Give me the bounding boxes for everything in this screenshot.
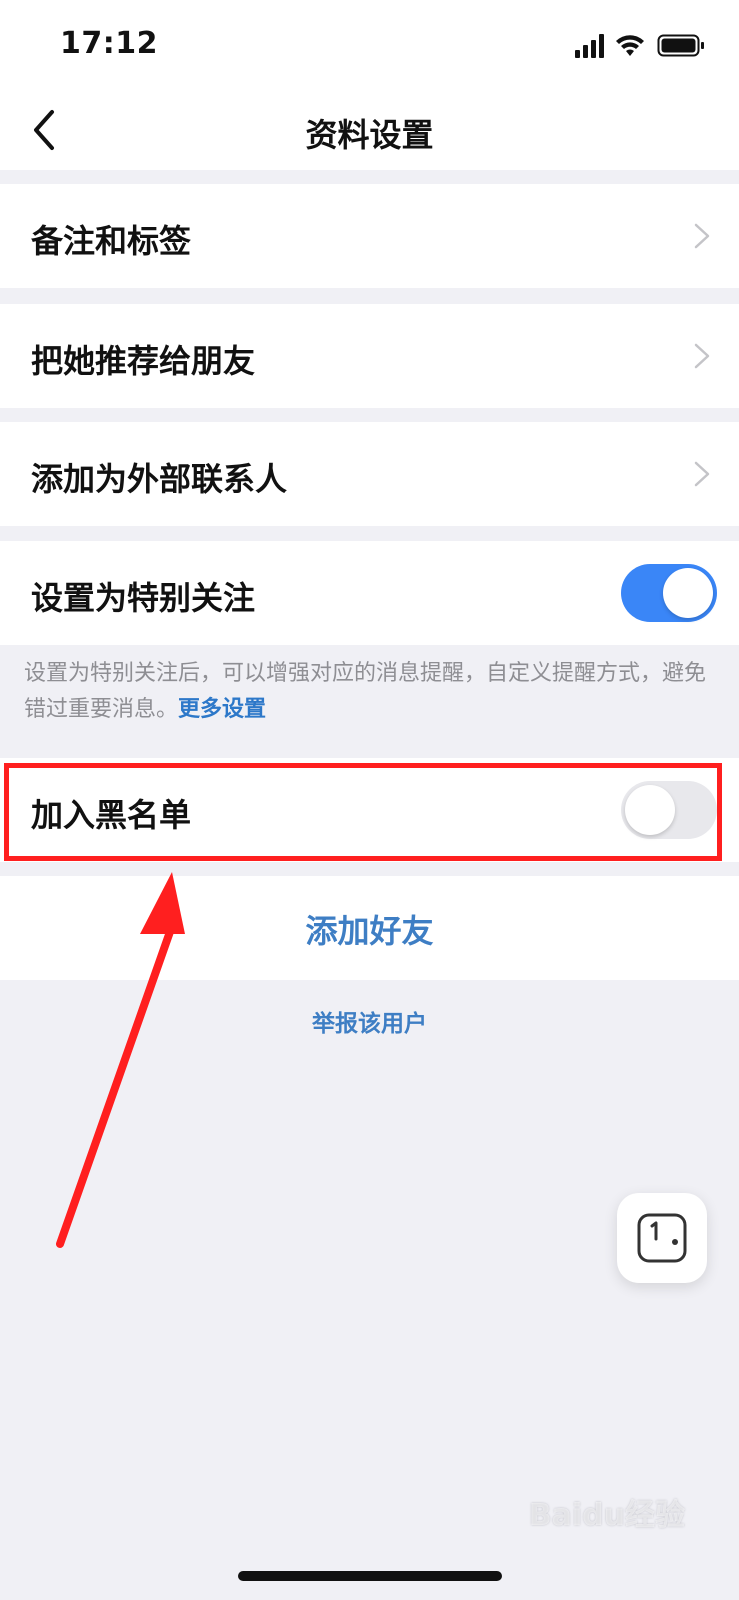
chevron-right-icon — [694, 223, 710, 249]
home-indicator[interactable] — [238, 1571, 502, 1581]
blacklist-row: 加入黑名单 — [0, 758, 739, 862]
special-follow-description: 设置为特别关注后，可以增强对应的消息提醒，自定义提醒方式，避免错过重要消息。更多… — [24, 656, 714, 728]
row-label: 设置为特别关注 — [31, 579, 256, 617]
navigation-bar: 资料设置 — [0, 90, 739, 170]
remark-and-tags-row[interactable]: 备注和标签 — [0, 184, 739, 288]
status-bar: 17:12 — [0, 0, 739, 90]
recommend-to-friend-row[interactable]: 把她推荐给朋友 — [0, 304, 739, 408]
wifi-icon — [616, 35, 644, 56]
status-time: 17:12 — [60, 26, 158, 61]
special-follow-toggle[interactable] — [621, 564, 717, 622]
more-settings-link[interactable]: 更多设置 — [178, 697, 266, 722]
row-label: 备注和标签 — [31, 222, 192, 260]
add-friend-label: 添加好友 — [305, 912, 434, 950]
chevron-right-icon — [694, 343, 710, 369]
floating-window-button[interactable] — [617, 1193, 707, 1283]
toggle-knob — [625, 785, 675, 835]
add-friend-button[interactable]: 添加好友 — [0, 876, 739, 980]
blacklist-toggle[interactable] — [621, 781, 717, 839]
description-text: 设置为特别关注后，可以增强对应的消息提醒，自定义提醒方式，避免错过重要消息。 — [24, 661, 707, 722]
baidu-watermark: Baidu经验 — [528, 1498, 685, 1533]
report-user-link[interactable]: 举报该用户 — [0, 1004, 739, 1038]
row-label: 把她推荐给朋友 — [31, 342, 256, 380]
row-label: 加入黑名单 — [31, 796, 192, 834]
floating-window-icon — [637, 1213, 687, 1263]
signal-icon — [575, 34, 604, 58]
add-external-contact-row[interactable]: 添加为外部联系人 — [0, 422, 739, 526]
page-title: 资料设置 — [305, 116, 434, 154]
toggle-knob — [663, 568, 713, 618]
battery-icon — [657, 34, 704, 57]
chevron-right-icon — [694, 461, 710, 487]
special-follow-row: 设置为特别关注 — [0, 541, 739, 645]
row-label: 添加为外部联系人 — [31, 460, 288, 498]
status-icons — [575, 32, 705, 60]
